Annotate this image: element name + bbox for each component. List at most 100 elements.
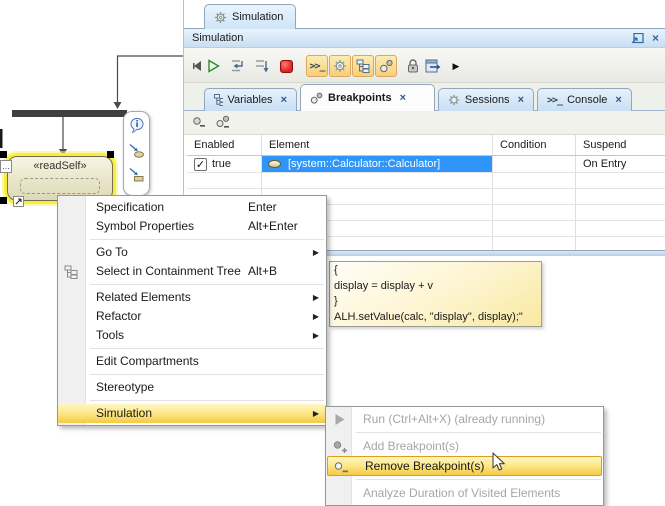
open-in-new-window-button[interactable] — [423, 56, 443, 76]
console-tab-icon: >>_ — [547, 95, 562, 106]
simulation-toolbar: >>_ — [184, 48, 665, 83]
sessions-gear-icon — [448, 94, 460, 106]
breakpoints-toolbar — [184, 111, 665, 135]
tab-label: Sessions — [465, 94, 510, 106]
column-header-element[interactable]: Element — [262, 135, 493, 155]
table-header-row: Enabled Element Condition Suspend — [187, 135, 665, 156]
toggle-variables-button[interactable] — [352, 55, 374, 77]
remove-all-breakpoints-icon[interactable] — [215, 115, 232, 130]
simulation-window-tab[interactable]: Simulation — [204, 4, 296, 29]
fork-join-bar — [12, 110, 127, 117]
link-to-action-icon[interactable] — [128, 143, 145, 158]
opaque-behavior-tooltip: { display = display + v } ALH.setValue(c… — [329, 261, 542, 327]
resume-button[interactable] — [203, 56, 223, 76]
menu-item-related-elements[interactable]: Related Elements ▶ — [58, 288, 326, 307]
menu-item-go-to[interactable]: Go To ▶ — [58, 243, 326, 262]
step-into-button[interactable] — [227, 56, 247, 76]
enabled-cell: ✓ true — [187, 156, 262, 172]
column-header-enabled[interactable]: Enabled — [187, 135, 262, 155]
info-balloon-icon[interactable] — [129, 117, 145, 134]
selection-handle[interactable] — [0, 197, 7, 204]
diagonal-arrow-icon — [15, 198, 22, 205]
window-tab-strip: Simulation — [184, 0, 665, 29]
menu-item-simulation[interactable]: Simulation ▶ — [58, 404, 326, 423]
containment-tree-icon — [64, 265, 78, 279]
node-resize-handle[interactable] — [13, 196, 24, 207]
tab-close-icon[interactable]: × — [518, 94, 524, 106]
tab-close-icon[interactable]: × — [615, 94, 621, 106]
selection-handle[interactable] — [0, 151, 7, 158]
lock-icon — [407, 59, 419, 73]
lock-button[interactable] — [403, 56, 423, 76]
enabled-checkbox[interactable]: ✓ — [194, 158, 207, 171]
add-breakpoint-icon — [332, 439, 347, 454]
submenu-arrow-icon: ▶ — [313, 404, 319, 423]
menu-item-specification[interactable]: Specification Enter — [58, 198, 326, 217]
panel-tabs: Variables × Breakpoints × Sessions × >>_… — [184, 83, 665, 111]
empty-table-row — [187, 173, 665, 189]
menu-separator — [90, 239, 324, 240]
containment-tree-icon — [356, 59, 370, 73]
back-arrow-icon — [192, 60, 203, 72]
toggle-console-button[interactable]: >>_ — [306, 55, 328, 77]
tab-label: Console — [567, 94, 607, 106]
menu-item-select-in-containment-tree[interactable]: Select in Containment Tree Alt+B — [58, 262, 326, 281]
gear-icon — [333, 59, 347, 73]
condition-cell[interactable] — [493, 156, 576, 172]
suspend-cell[interactable]: On Entry — [576, 156, 665, 172]
submenu-arrow-icon: ▶ — [313, 307, 319, 326]
tab-close-icon[interactable]: × — [400, 92, 406, 104]
menu-separator — [90, 284, 324, 285]
context-menu: Specification Enter Symbol Properties Al… — [57, 195, 327, 426]
mouse-cursor — [492, 452, 507, 472]
step-over-icon — [253, 59, 269, 73]
menu-item-edit-compartments[interactable]: Edit Compartments — [58, 352, 326, 371]
breakpoint-row[interactable]: ✓ true [system::Calculator::Calculator] … — [187, 156, 665, 173]
tab-variables[interactable]: Variables × — [204, 88, 297, 111]
selection-handle[interactable] — [107, 151, 114, 158]
tab-label: Variables — [228, 94, 273, 106]
toggle-sessions-button[interactable] — [329, 55, 351, 77]
submenu-arrow-icon: ▶ — [313, 288, 319, 307]
tab-console[interactable]: >>_ Console × — [537, 88, 632, 111]
step-over-button[interactable] — [251, 56, 271, 76]
breakpoints-icon — [379, 59, 394, 73]
element-cell-selected[interactable]: [system::Calculator::Calculator] — [262, 156, 493, 172]
tab-breakpoints[interactable]: Breakpoints × — [300, 84, 435, 111]
link-to-pin-icon[interactable] — [128, 167, 145, 182]
step-into-icon — [229, 59, 245, 73]
column-header-suspend[interactable]: Suspend — [576, 135, 665, 155]
toolbar-overflow-button[interactable]: ▶ — [450, 56, 462, 76]
submenu-item-remove-breakpoint[interactable]: Remove Breakpoint(s) — [327, 456, 602, 476]
node-more-button[interactable]: … — [0, 160, 12, 173]
tab-close-icon[interactable]: × — [281, 94, 287, 106]
submenu-item-add-breakpoint[interactable]: Add Breakpoint(s) — [326, 436, 603, 456]
remove-breakpoint-icon — [333, 460, 348, 475]
stop-button[interactable] — [276, 56, 296, 76]
menu-item-symbol-properties[interactable]: Symbol Properties Alt+Enter — [58, 217, 326, 236]
element-value: [system::Calculator::Calculator] — [288, 158, 440, 170]
close-icon[interactable]: × — [652, 31, 659, 45]
submenu-item-run[interactable]: Run (Ctrl+Alt+X) (already running) — [326, 409, 603, 429]
enabled-value: true — [212, 158, 231, 170]
panel-title: Simulation — [192, 32, 243, 44]
window-tab-label: Simulation — [232, 11, 283, 23]
submenu-arrow-icon: ▶ — [313, 243, 319, 262]
menu-separator — [90, 374, 324, 375]
menu-item-refactor[interactable]: Refactor ▶ — [58, 307, 326, 326]
clipped-edge — [0, 129, 3, 148]
play-icon — [207, 59, 220, 73]
float-window-icon[interactable] — [631, 33, 644, 44]
column-header-condition[interactable]: Condition — [493, 135, 576, 155]
menu-item-stereotype[interactable]: Stereotype — [58, 378, 326, 397]
remove-breakpoint-icon[interactable] — [192, 115, 207, 130]
tab-sessions[interactable]: Sessions × — [438, 88, 534, 111]
submenu-arrow-icon: ▶ — [313, 326, 319, 345]
stop-icon — [280, 60, 293, 73]
panel-header: Simulation × — [184, 29, 665, 48]
node-pin-compartment — [20, 178, 100, 194]
submenu-item-analyze-duration[interactable]: Analyze Duration of Visited Elements — [326, 483, 603, 503]
toggle-breakpoints-button[interactable] — [375, 55, 397, 77]
menu-item-tools[interactable]: Tools ▶ — [58, 326, 326, 345]
simulation-gear-icon — [214, 11, 227, 24]
